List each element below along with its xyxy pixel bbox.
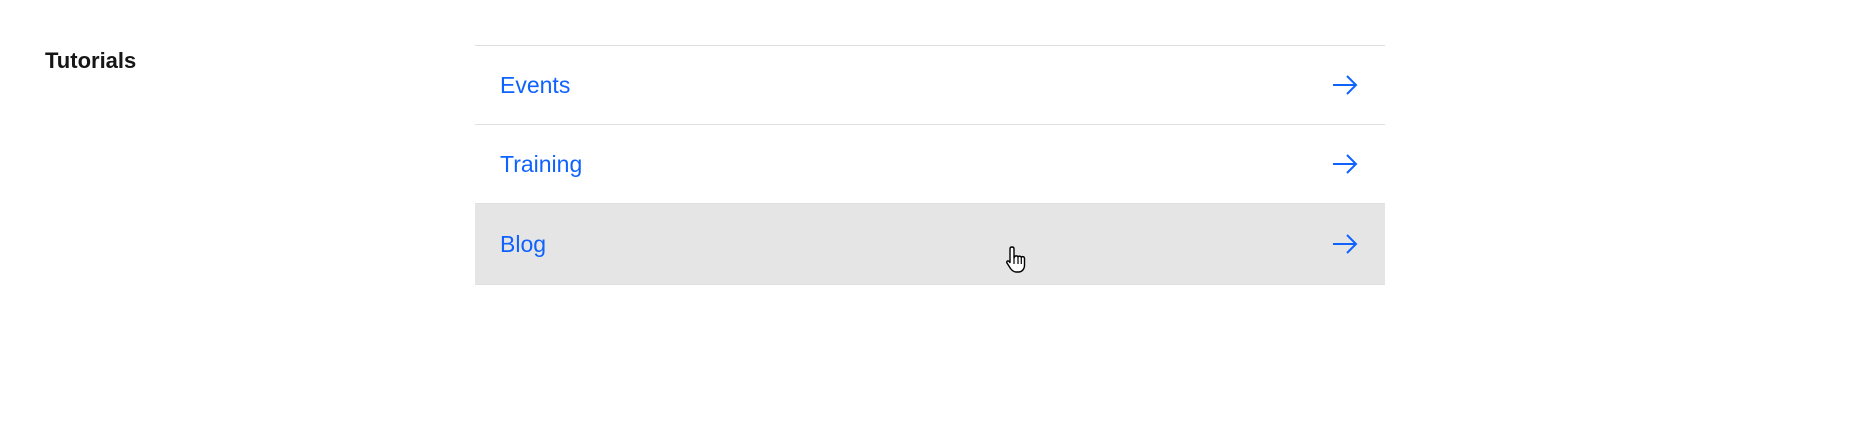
arrow-right-icon [1330, 229, 1360, 259]
section-title: Tutorials [45, 48, 137, 73]
link-item-blog[interactable]: Blog [475, 204, 1385, 285]
link-item-events[interactable]: Events [475, 46, 1385, 125]
link-item-training[interactable]: Training [475, 125, 1385, 204]
link-label: Events [500, 71, 571, 98]
link-label: Blog [500, 230, 547, 257]
arrow-right-icon [1330, 149, 1360, 179]
link-list: Events Training Blog [475, 45, 1385, 285]
arrow-right-icon [1330, 70, 1360, 100]
link-label: Training [500, 150, 583, 177]
